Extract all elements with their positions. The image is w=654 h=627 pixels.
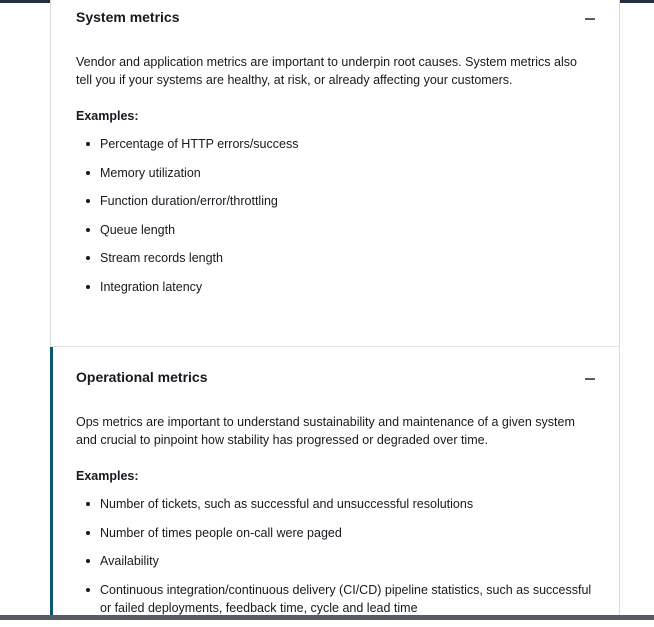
system-metrics-panel: System metrics Vendor and application me… (50, 0, 620, 347)
minus-icon (585, 18, 595, 20)
list-item: Availability (76, 552, 601, 570)
panel-description: Ops metrics are important to understand … (76, 415, 575, 447)
bullet-icon (86, 587, 90, 592)
list-item: Percentage of HTTP errors/success (76, 135, 601, 153)
bullet-icon (86, 142, 90, 146)
panel-title: System metrics (76, 9, 180, 25)
bullet-icon (86, 559, 90, 563)
examples-list: Number of tickets, such as successful an… (76, 495, 601, 627)
panel-title: Operational metrics (76, 369, 208, 385)
list-item: Queue length (76, 221, 601, 239)
panel-description: Vendor and application metrics are impor… (76, 55, 577, 87)
bullet-icon (86, 530, 90, 535)
examples-label: Examples: (76, 469, 139, 483)
collapse-system-metrics-button[interactable] (583, 12, 597, 26)
bullet-icon (86, 227, 90, 232)
bottom-scrollbar-track[interactable] (0, 615, 654, 620)
list-item: Number of times people on-call were page… (76, 524, 601, 542)
operational-metrics-panel: Operational metrics Ops metrics are impo… (50, 347, 620, 615)
list-item: Continuous integration/continuous delive… (76, 581, 601, 617)
list-item: Stream records length (76, 249, 601, 267)
list-item: Function duration/error/throttling (76, 192, 601, 210)
list-item: Memory utilization (76, 164, 601, 182)
minus-icon (585, 378, 595, 380)
bullet-icon (86, 502, 90, 506)
examples-list: Percentage of HTTP errors/success Memory… (76, 135, 601, 306)
list-item: Integration latency (76, 278, 601, 296)
bullet-icon (86, 199, 90, 203)
bullet-icon (86, 284, 90, 289)
bullet-icon (86, 256, 90, 260)
list-item: Number of tickets, such as successful an… (76, 495, 601, 513)
collapse-operational-metrics-button[interactable] (583, 372, 597, 386)
examples-label: Examples: (76, 109, 139, 123)
bullet-icon (86, 170, 90, 175)
